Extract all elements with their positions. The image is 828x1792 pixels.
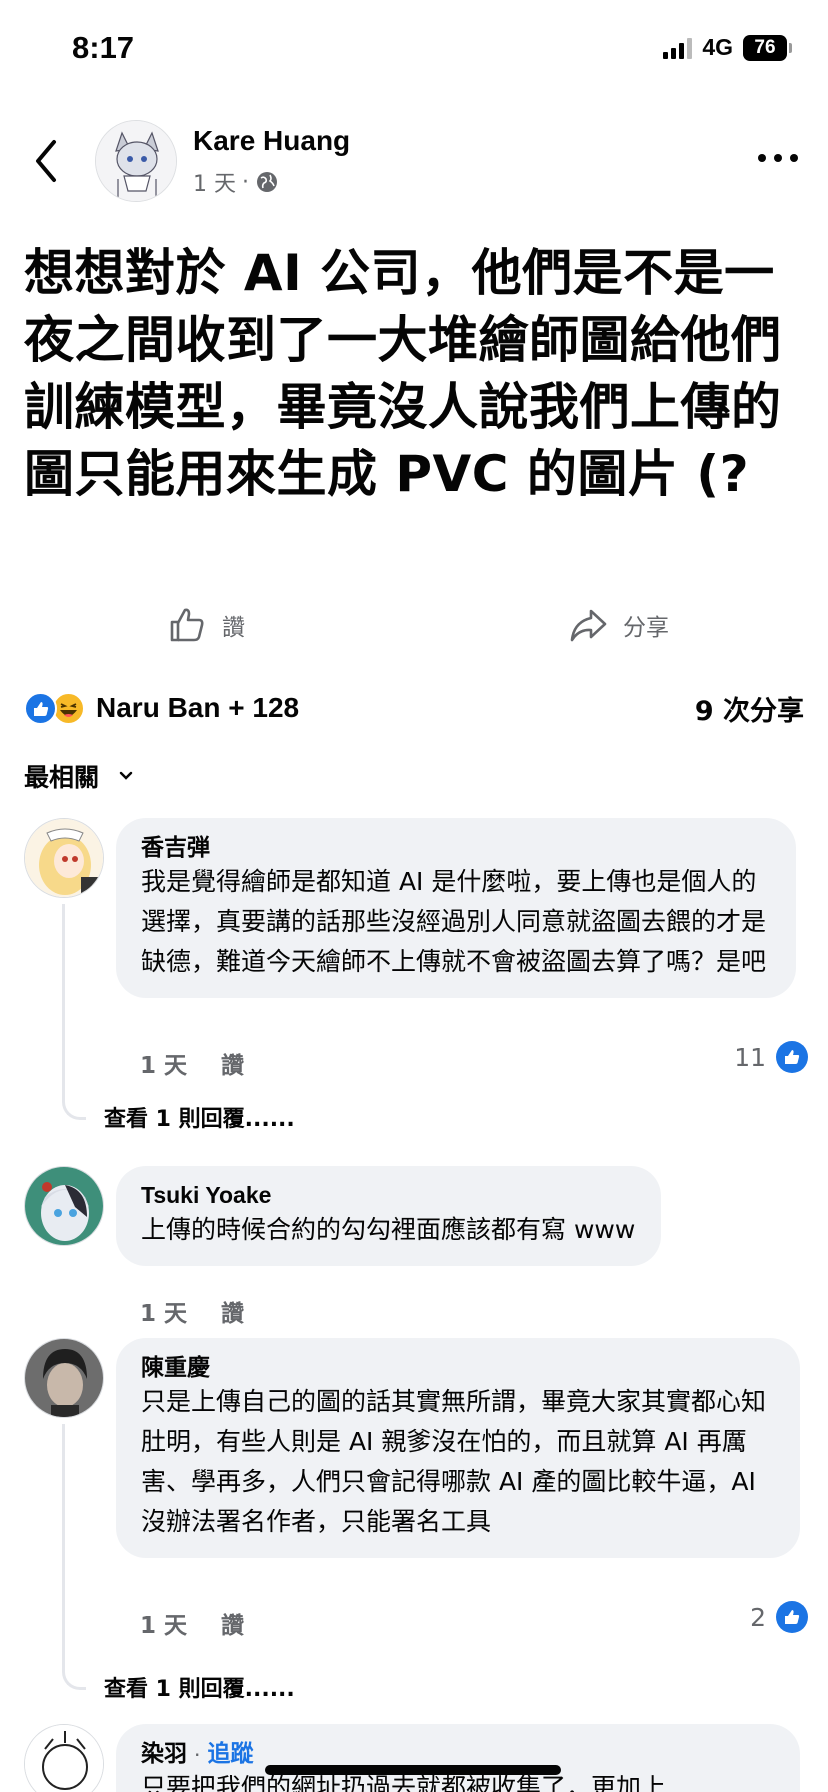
post-header: Kare Huang 1 天 · xyxy=(0,112,828,212)
battery-level: 76 xyxy=(743,34,787,61)
like-reaction-icon xyxy=(24,692,57,725)
back-arrow-icon[interactable] xyxy=(30,136,64,186)
comment-bubble[interactable]: 染羽 · 追蹤 只要把我們的網址扔過去就都被收集了，更加上 xyxy=(116,1724,800,1792)
globe-icon xyxy=(257,172,277,192)
comment-meta: 1 天 讚 xyxy=(140,1294,244,1328)
thumbs-up-icon xyxy=(170,608,204,642)
chevron-down-icon xyxy=(119,771,133,780)
reaction-summary[interactable]: Naru Ban + 128 9 次分享 xyxy=(24,685,804,731)
share-count[interactable]: 9 次分享 xyxy=(695,689,804,728)
sort-label: 最相關 xyxy=(24,763,100,792)
comment-text: 我是覺得繪師是都知道 AI 是什麼啦，要上傳也是個人的選擇，真要講的話那些沒經過… xyxy=(141,867,767,976)
home-indicator[interactable] xyxy=(265,1765,561,1775)
status-icons: 4G 76 xyxy=(663,34,792,61)
comment-like-link[interactable]: 讚 xyxy=(221,1046,244,1080)
post-actions: 讚 分享 xyxy=(0,600,828,656)
post-time[interactable]: 1 天 xyxy=(193,166,236,198)
comment-text: 上傳的時候合約的勾勾裡面應該都有寫 www xyxy=(141,1215,636,1244)
comment-time[interactable]: 1 天 xyxy=(140,1606,187,1640)
reply-thread-line xyxy=(62,1424,86,1690)
comment-bubble[interactable]: Tsuki Yoake 上傳的時候合約的勾勾裡面應該都有寫 www xyxy=(116,1166,662,1266)
view-replies-link[interactable]: 查看 1 則回覆...... xyxy=(104,1671,295,1703)
like-count: 11 xyxy=(734,1042,766,1072)
comment-like-link[interactable]: 讚 xyxy=(221,1294,244,1328)
like-reaction-icon xyxy=(776,1041,808,1073)
commenter-name[interactable]: Tsuki Yoake xyxy=(141,1180,635,1210)
more-options-icon[interactable] xyxy=(758,148,798,168)
reaction-names[interactable]: Naru Ban + 128 xyxy=(96,692,299,724)
share-arrow-icon xyxy=(570,609,607,642)
post-meta: 1 天 · xyxy=(193,166,279,198)
commenter-name[interactable]: 香吉弾 xyxy=(141,832,770,862)
comment-time[interactable]: 1 天 xyxy=(140,1046,187,1080)
like-label: 讚 xyxy=(222,615,245,641)
name-separator: · xyxy=(193,1740,202,1766)
comment-time[interactable]: 1 天 xyxy=(140,1294,187,1328)
commenter-avatar[interactable] xyxy=(24,1338,104,1418)
comment-meta: 1 天 讚 xyxy=(140,1606,244,1640)
reaction-icons xyxy=(24,690,90,726)
like-reaction-icon xyxy=(776,1601,808,1633)
comment-text: 只是上傳自己的圖的話其實無所謂，畢竟大家其實都心知肚明，有些人則是 AI 親爹沒… xyxy=(141,1387,767,1536)
commenter-avatar[interactable] xyxy=(24,1724,104,1792)
status-time: 8:17 xyxy=(72,30,135,65)
battery-icon: 76 xyxy=(743,34,792,61)
signal-icon xyxy=(663,37,693,59)
comment-meta: 1 天 讚 xyxy=(140,1046,244,1080)
share-label: 分享 xyxy=(623,615,669,641)
view-replies-link[interactable]: 查看 1 則回覆...... xyxy=(104,1101,295,1133)
author-name[interactable]: Kare Huang xyxy=(193,125,350,157)
meta-separator: · xyxy=(242,169,249,195)
commenter-avatar[interactable] xyxy=(24,1166,104,1246)
status-bar: 8:17 4G 76 xyxy=(0,0,828,100)
comment-bubble[interactable]: 香吉弾 我是覺得繪師是都知道 AI 是什麼啦，要上傳也是個人的選擇，真要講的話那… xyxy=(116,818,796,998)
comment-like-count[interactable]: 2 xyxy=(750,1601,808,1633)
share-button[interactable]: 分享 xyxy=(567,604,669,646)
comment-bubble[interactable]: 陳重慶 只是上傳自己的圖的話其實無所謂，畢竟大家其實都心知肚明，有些人則是 AI… xyxy=(116,1338,800,1558)
like-count: 2 xyxy=(750,1602,766,1632)
like-button[interactable]: 讚 xyxy=(166,604,245,646)
comment-like-count[interactable]: 11 xyxy=(734,1041,808,1073)
post-text: 想想對於 AI 公司，他們是不是一夜之間收到了一大堆繪師圖給他們訓練模型，畢竟沒… xyxy=(24,244,782,503)
network-type: 4G xyxy=(702,34,733,60)
author-avatar[interactable] xyxy=(95,120,177,202)
comment-sort-dropdown[interactable]: 最相關 xyxy=(24,758,135,794)
commenter-avatar[interactable] xyxy=(24,818,104,898)
commenter-name[interactable]: 陳重慶 xyxy=(141,1352,774,1382)
comment-like-link[interactable]: 讚 xyxy=(221,1606,244,1640)
commenter-name[interactable]: 染羽 xyxy=(141,1740,187,1766)
follow-link[interactable]: 追蹤 xyxy=(207,1740,253,1766)
commenter-name-row: 染羽 · 追蹤 xyxy=(141,1738,774,1768)
reply-thread-line xyxy=(62,904,86,1120)
